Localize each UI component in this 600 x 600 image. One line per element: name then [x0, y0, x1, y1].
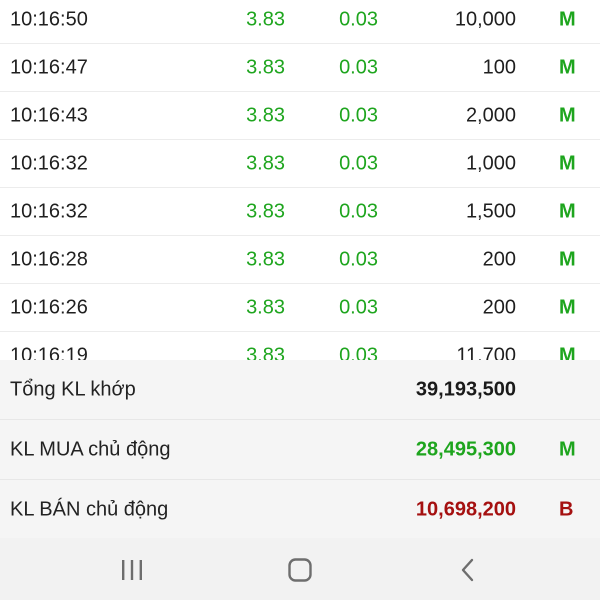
active-sell-side: B [559, 498, 574, 520]
trade-volume: 1,000 [465, 152, 516, 174]
trade-change: 0.03 [339, 56, 378, 78]
trade-price: 3.83 [246, 56, 285, 78]
trade-row: 10:16:43 3.83 0.03 2,000 M [0, 92, 600, 140]
trade-price: 3.83 [246, 152, 285, 174]
trade-time: 10:16:32 [10, 200, 88, 222]
trade-volume: 200 [482, 248, 516, 270]
active-buy-volume-label: KL MUA chủ động [10, 438, 171, 460]
total-matched-volume-label: Tổng KL khớp [10, 378, 136, 400]
home-button[interactable] [278, 548, 322, 592]
trade-row: 10:16:50 3.83 0.03 10,000 M [0, 0, 600, 44]
volume-summary: Tổng KL khớp 39,193,500 KL MUA chủ động … [0, 360, 600, 540]
trade-price: 3.83 [246, 104, 285, 126]
trade-time: 10:16:32 [10, 152, 88, 174]
trade-time: 10:16:43 [10, 104, 88, 126]
trade-side: M [559, 104, 576, 126]
trade-side: M [559, 200, 576, 222]
trade-row: 10:16:32 3.83 0.03 1,000 M [0, 140, 600, 188]
trade-change: 0.03 [339, 8, 378, 30]
trade-side: M [559, 344, 576, 360]
trade-change: 0.03 [339, 104, 378, 126]
trade-side: M [559, 56, 576, 78]
trade-time: 10:16:47 [10, 56, 88, 78]
trade-volume: 11,700 [456, 344, 516, 360]
trade-change: 0.03 [339, 296, 378, 318]
trade-row: 10:16:32 3.83 0.03 1,500 M [0, 188, 600, 236]
trade-side: M [559, 152, 576, 174]
total-matched-volume-value: 39,193,500 [415, 378, 516, 400]
active-sell-volume-row: KL BÁN chủ động 10,698,200 B [0, 480, 600, 540]
trade-row: 10:16:26 3.83 0.03 200 M [0, 284, 600, 332]
home-icon [288, 558, 312, 582]
trade-volume: 10,000 [454, 8, 516, 30]
trade-price: 3.83 [246, 344, 285, 360]
total-matched-volume-row: Tổng KL khớp 39,193,500 [0, 360, 600, 420]
trade-side: M [559, 248, 576, 270]
trade-row: 10:16:47 3.83 0.03 100 M [0, 44, 600, 92]
trade-volume: 2,000 [465, 104, 516, 126]
trade-side: M [559, 296, 576, 318]
trade-price: 3.83 [246, 248, 285, 270]
trade-price: 3.83 [246, 296, 285, 318]
trade-time: 10:16:50 [10, 8, 88, 30]
trade-volume: 1,500 [465, 200, 516, 222]
back-icon [461, 558, 474, 582]
back-button[interactable] [446, 548, 490, 592]
trade-change: 0.03 [339, 152, 378, 174]
active-buy-volume-row: KL MUA chủ động 28,495,300 M [0, 420, 600, 480]
active-sell-volume-value: 10,698,200 [415, 498, 516, 520]
system-navigation-bar [0, 538, 600, 600]
trade-price: 3.83 [246, 200, 285, 222]
active-buy-volume-value: 28,495,300 [415, 438, 516, 460]
trade-change: 0.03 [339, 344, 378, 360]
trade-time: 10:16:26 [10, 296, 88, 318]
trade-time: 10:16:19 [10, 344, 88, 360]
trade-volume: 100 [482, 56, 516, 78]
trade-row: 10:16:28 3.83 0.03 200 M [0, 236, 600, 284]
trade-volume: 200 [482, 296, 516, 318]
trade-time: 10:16:28 [10, 248, 88, 270]
trade-change: 0.03 [339, 200, 378, 222]
trade-price: 3.83 [246, 8, 285, 30]
trade-row: 10:16:19 3.83 0.03 11,700 M [0, 332, 600, 360]
recent-apps-button[interactable] [110, 548, 154, 592]
trade-side: M [559, 8, 576, 30]
active-buy-side: M [559, 438, 576, 460]
recent-apps-icon [122, 560, 142, 580]
active-sell-volume-label: KL BÁN chủ động [10, 498, 169, 520]
matched-trades-list[interactable]: 10:16:50 3.83 0.03 10,000 M 10:16:47 3.8… [0, 0, 600, 360]
trade-change: 0.03 [339, 248, 378, 270]
trade-history-screen: 10:16:50 3.83 0.03 10,000 M 10:16:47 3.8… [0, 0, 600, 600]
